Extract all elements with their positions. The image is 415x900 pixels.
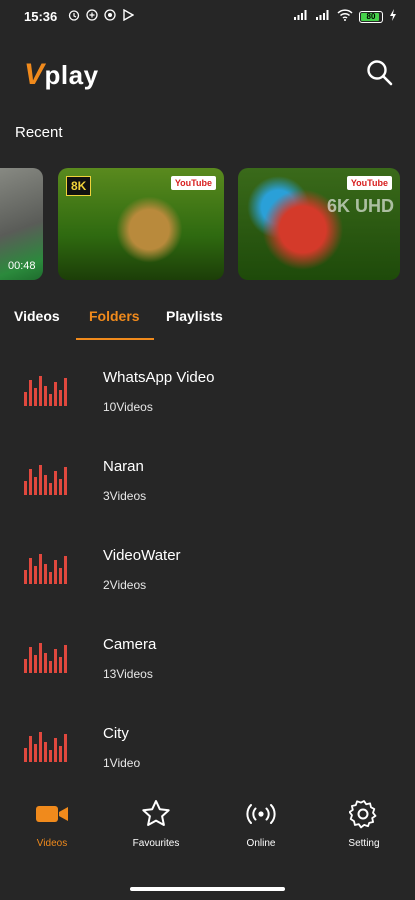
app-notification-icon (104, 8, 116, 21)
folder-equalizer-icon (24, 376, 67, 406)
folder-video-count: 10Videos (103, 400, 153, 414)
recent-video-thumbnail[interactable]: 00:48 (0, 168, 43, 280)
resolution-badge: 8K (66, 176, 92, 196)
folder-equalizer-icon (24, 465, 67, 495)
signal-icon (315, 8, 331, 26)
nav-label: Favourites (132, 838, 180, 849)
folder-name: Naran (103, 458, 144, 475)
folder-name: Camera (103, 636, 157, 653)
notification-icons (68, 8, 135, 22)
search-icon (367, 60, 393, 86)
alarm-icon (68, 8, 80, 21)
bottom-navigation: Videos Favourites Online Setting (0, 798, 415, 870)
star-icon (121, 798, 191, 830)
nav-videos[interactable]: Videos (17, 798, 87, 849)
wifi-icon (337, 8, 353, 26)
tab-playlists[interactable]: Playlists (166, 308, 223, 324)
active-tab-indicator (76, 338, 154, 340)
nav-label: Setting (348, 838, 380, 849)
video-duration: 00:48 (8, 260, 36, 272)
folder-name: WhatsApp Video (103, 369, 215, 386)
folder-item[interactable]: VideoWater 2Videos (0, 530, 415, 619)
nav-favourites[interactable]: Favourites (121, 798, 191, 849)
folder-equalizer-icon (24, 732, 67, 762)
youtube-badge: YouTube (170, 176, 216, 190)
folder-item[interactable]: Camera 13Videos (0, 619, 415, 708)
nav-setting[interactable]: Setting (329, 798, 399, 849)
tab-videos[interactable]: Videos (14, 308, 60, 324)
home-indicator[interactable] (130, 887, 285, 891)
nav-online[interactable]: Online (226, 798, 296, 849)
status-time: 15:36 (24, 9, 58, 24)
broadcast-icon (226, 798, 296, 830)
play-store-icon (122, 8, 135, 22)
battery-icon: 80 (359, 11, 383, 23)
recent-carousel[interactable]: 00:48 8K YouTube YouTube 6K UHD (0, 168, 415, 281)
nav-label: Videos (36, 838, 68, 849)
recent-video-thumbnail[interactable]: YouTube 6K UHD (238, 168, 400, 280)
youtube-badge: YouTube (346, 176, 392, 190)
search-button[interactable] (365, 58, 395, 88)
video-camera-icon (17, 798, 87, 830)
folder-equalizer-icon (24, 554, 67, 584)
folder-video-count: 2Videos (103, 578, 147, 592)
tab-folders[interactable]: Folders (89, 308, 140, 324)
folder-name: City (103, 725, 129, 742)
folder-item[interactable]: WhatsApp Video 10Videos (0, 352, 415, 441)
folder-item[interactable]: Naran 3Videos (0, 441, 415, 530)
system-status-icons: 80 (293, 8, 397, 26)
gear-icon (329, 798, 399, 830)
nav-label: Online (246, 838, 276, 849)
recent-video-thumbnail[interactable]: 8K YouTube (58, 168, 224, 280)
resolution-overlay: 6K UHD (326, 196, 394, 216)
signal-icon (293, 8, 309, 26)
status-bar: 15:36 80 (0, 0, 415, 34)
charging-icon (389, 8, 397, 26)
app-logo: Vplay (24, 58, 99, 91)
folder-equalizer-icon (24, 643, 67, 673)
recent-title: Recent (15, 124, 63, 141)
app-notification-icon (86, 8, 98, 21)
folder-video-count: 1Video (103, 756, 141, 770)
folder-video-count: 3Videos (103, 489, 147, 503)
folder-item[interactable]: City 1Video (0, 708, 415, 797)
tab-bar: Videos Folders Playlists (0, 300, 415, 342)
folder-video-count: 13Videos (103, 667, 153, 681)
folder-name: VideoWater (103, 547, 181, 564)
